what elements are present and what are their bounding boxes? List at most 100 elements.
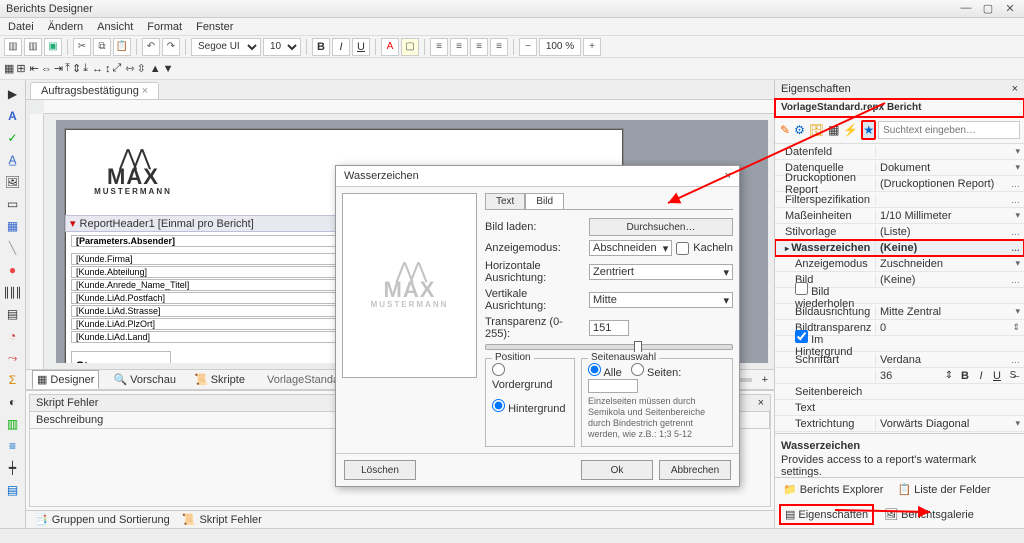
close-button[interactable]: ✕ (1002, 2, 1018, 15)
undo-button[interactable]: ↶ (142, 38, 160, 56)
prop-value[interactable]: 0⇕ (875, 322, 1024, 334)
delete-button[interactable]: Löschen (344, 460, 416, 480)
checkbox-background[interactable] (795, 330, 808, 343)
line-tool[interactable]: ╲ (3, 238, 23, 258)
minimize-button[interactable]: — (958, 2, 974, 15)
checkbox-tool[interactable]: ✓ (3, 128, 23, 148)
new-button[interactable]: ▥ (4, 38, 22, 56)
layout-icon[interactable]: ▦ (827, 120, 840, 140)
zoom-out-button[interactable]: − (519, 38, 537, 56)
font-size-select[interactable]: 10 (263, 38, 301, 56)
chart-tool[interactable]: ◔ (3, 326, 23, 346)
prop-value[interactable]: Mitte Zentral▾ (875, 306, 1024, 318)
tab-groups-sort[interactable]: 📑 Gruppen und Sortierung (34, 513, 170, 526)
font-size-value[interactable]: 36⇕BIUS̶ (875, 370, 1024, 382)
maximize-button[interactable]: ▢ (980, 2, 996, 15)
panel-tool[interactable]: ▭ (3, 194, 23, 214)
bold-toggle[interactable]: B (958, 370, 972, 382)
prop-value[interactable]: (Liste)… (875, 226, 1024, 238)
tab-scripts[interactable]: 📜 Skripte (190, 371, 249, 388)
font-family-select[interactable]: Segoe UI (191, 38, 261, 56)
align-right-button[interactable]: ≡ (470, 38, 488, 56)
gear-icon[interactable]: ⚙ (793, 120, 806, 140)
hspace-button[interactable]: ⇿ (125, 62, 134, 75)
dialog-tab-text[interactable]: Text (485, 193, 525, 209)
snap-button[interactable]: ⊞ (16, 62, 25, 75)
document-tab[interactable]: Auftragsbestätigung × (30, 82, 159, 99)
italic-button[interactable]: I (332, 38, 350, 56)
prop-value[interactable]: ▾ (875, 146, 1024, 157)
zipcode-tool[interactable]: ▤ (3, 304, 23, 324)
pageinfo-tool[interactable]: ▤ (3, 480, 23, 500)
prop-value[interactable]: Dokument▾ (875, 162, 1024, 174)
cancel-button[interactable]: Abbrechen (659, 460, 731, 480)
tab-script-errors[interactable]: 📜 Skript Fehler (182, 513, 262, 526)
pages-input[interactable] (588, 379, 638, 393)
open-button[interactable]: ▥ (24, 38, 42, 56)
menu-window[interactable]: Fenster (196, 21, 233, 33)
align-center-button[interactable]: ≡ (450, 38, 468, 56)
display-mode-select[interactable]: Abschneiden▾ (589, 240, 672, 256)
prop-value[interactable]: (Keine)… (875, 242, 1024, 254)
align-centers-button[interactable]: ⇔ (41, 63, 52, 75)
zoom-in-button[interactable]: + (583, 38, 601, 56)
prop-value[interactable]: … (875, 195, 1024, 205)
zoom-input[interactable] (539, 38, 581, 56)
zoom-in-icon[interactable]: + (762, 374, 768, 386)
field-storno[interactable]: Storno (71, 351, 171, 363)
crossband-tool[interactable]: ┿ (3, 458, 23, 478)
same-size-button[interactable]: ⤢ (113, 62, 122, 75)
radio-foreground[interactable] (492, 363, 505, 376)
same-width-button[interactable]: ↔ (92, 63, 103, 75)
gauge-tool[interactable]: ◐ (3, 392, 23, 412)
barcode-tool[interactable]: ∥∥∥ (3, 282, 23, 302)
halign-select[interactable]: Zentriert▾ (589, 264, 733, 280)
copy-button[interactable]: ⧉ (93, 38, 111, 56)
grid-button[interactable]: ▦ (4, 62, 14, 75)
radio-background[interactable] (492, 399, 505, 412)
align-lefts-button[interactable]: ⇤ (30, 62, 39, 75)
menu-view[interactable]: Ansicht (97, 21, 133, 33)
pointer-tool[interactable]: ▶ (3, 84, 23, 104)
property-breadcrumb[interactable]: VorlageStandard.repx Bericht (775, 99, 1024, 117)
menu-edit[interactable]: Ändern (48, 21, 83, 33)
transparency-input[interactable]: 151 (589, 320, 629, 336)
prop-value[interactable]: (Druckoptionen Report)… (875, 178, 1024, 190)
strike-toggle[interactable]: S̶ (1006, 370, 1020, 381)
tile-checkbox[interactable] (676, 242, 689, 255)
label-tool[interactable]: A (3, 106, 23, 126)
property-search[interactable] (878, 121, 1020, 139)
send-back-button[interactable]: ▼ (163, 63, 174, 75)
menu-format[interactable]: Format (147, 21, 182, 33)
events-icon[interactable]: ⚡ (842, 120, 859, 140)
tab-preview[interactable]: 🔍 Vorschau (109, 371, 180, 388)
font-color-button[interactable]: A (381, 38, 399, 56)
italic-toggle[interactable]: I (974, 370, 988, 382)
data-icon[interactable]: 🗄 (808, 120, 825, 140)
tab-designer[interactable]: ▦ Designer (32, 370, 99, 389)
bring-front-button[interactable]: ▲ (150, 63, 161, 75)
align-left-button[interactable]: ≡ (430, 38, 448, 56)
prop-watermark[interactable]: Wasserzeichen (775, 242, 875, 254)
align-bottoms-button[interactable]: ⤓ (83, 62, 88, 75)
same-height-button[interactable]: ↕ (105, 63, 111, 75)
tab-properties[interactable]: ▤ Eigenschaften (779, 504, 874, 525)
prop-value[interactable]: 1/10 Millimeter▾ (875, 210, 1024, 222)
pivot-tool[interactable]: Σ (3, 370, 23, 390)
align-tops-button[interactable]: ⤒ (65, 62, 70, 75)
table-tool[interactable]: ▦ (3, 216, 23, 236)
underline-button[interactable]: U (352, 38, 370, 56)
prop-value[interactable]: Vorwärts Diagonal▾ (875, 418, 1024, 430)
bold-button[interactable]: B (312, 38, 330, 56)
dialog-close-icon[interactable]: × (725, 170, 731, 182)
shape-tool[interactable]: ● (3, 260, 23, 280)
vspace-button[interactable]: ⇳ (137, 62, 146, 75)
favorites-icon[interactable]: ★ (861, 120, 876, 140)
redo-button[interactable]: ↷ (162, 38, 180, 56)
prop-value[interactable]: Verdana… (875, 354, 1024, 366)
font-size-spinner[interactable]: ⇕ (942, 370, 956, 381)
prop-value[interactable]: (Keine)… (875, 274, 1024, 286)
underline-toggle[interactable]: U (990, 370, 1004, 382)
save-button[interactable]: ▣ (44, 38, 62, 56)
align-rights-button[interactable]: ⇥ (54, 62, 63, 75)
